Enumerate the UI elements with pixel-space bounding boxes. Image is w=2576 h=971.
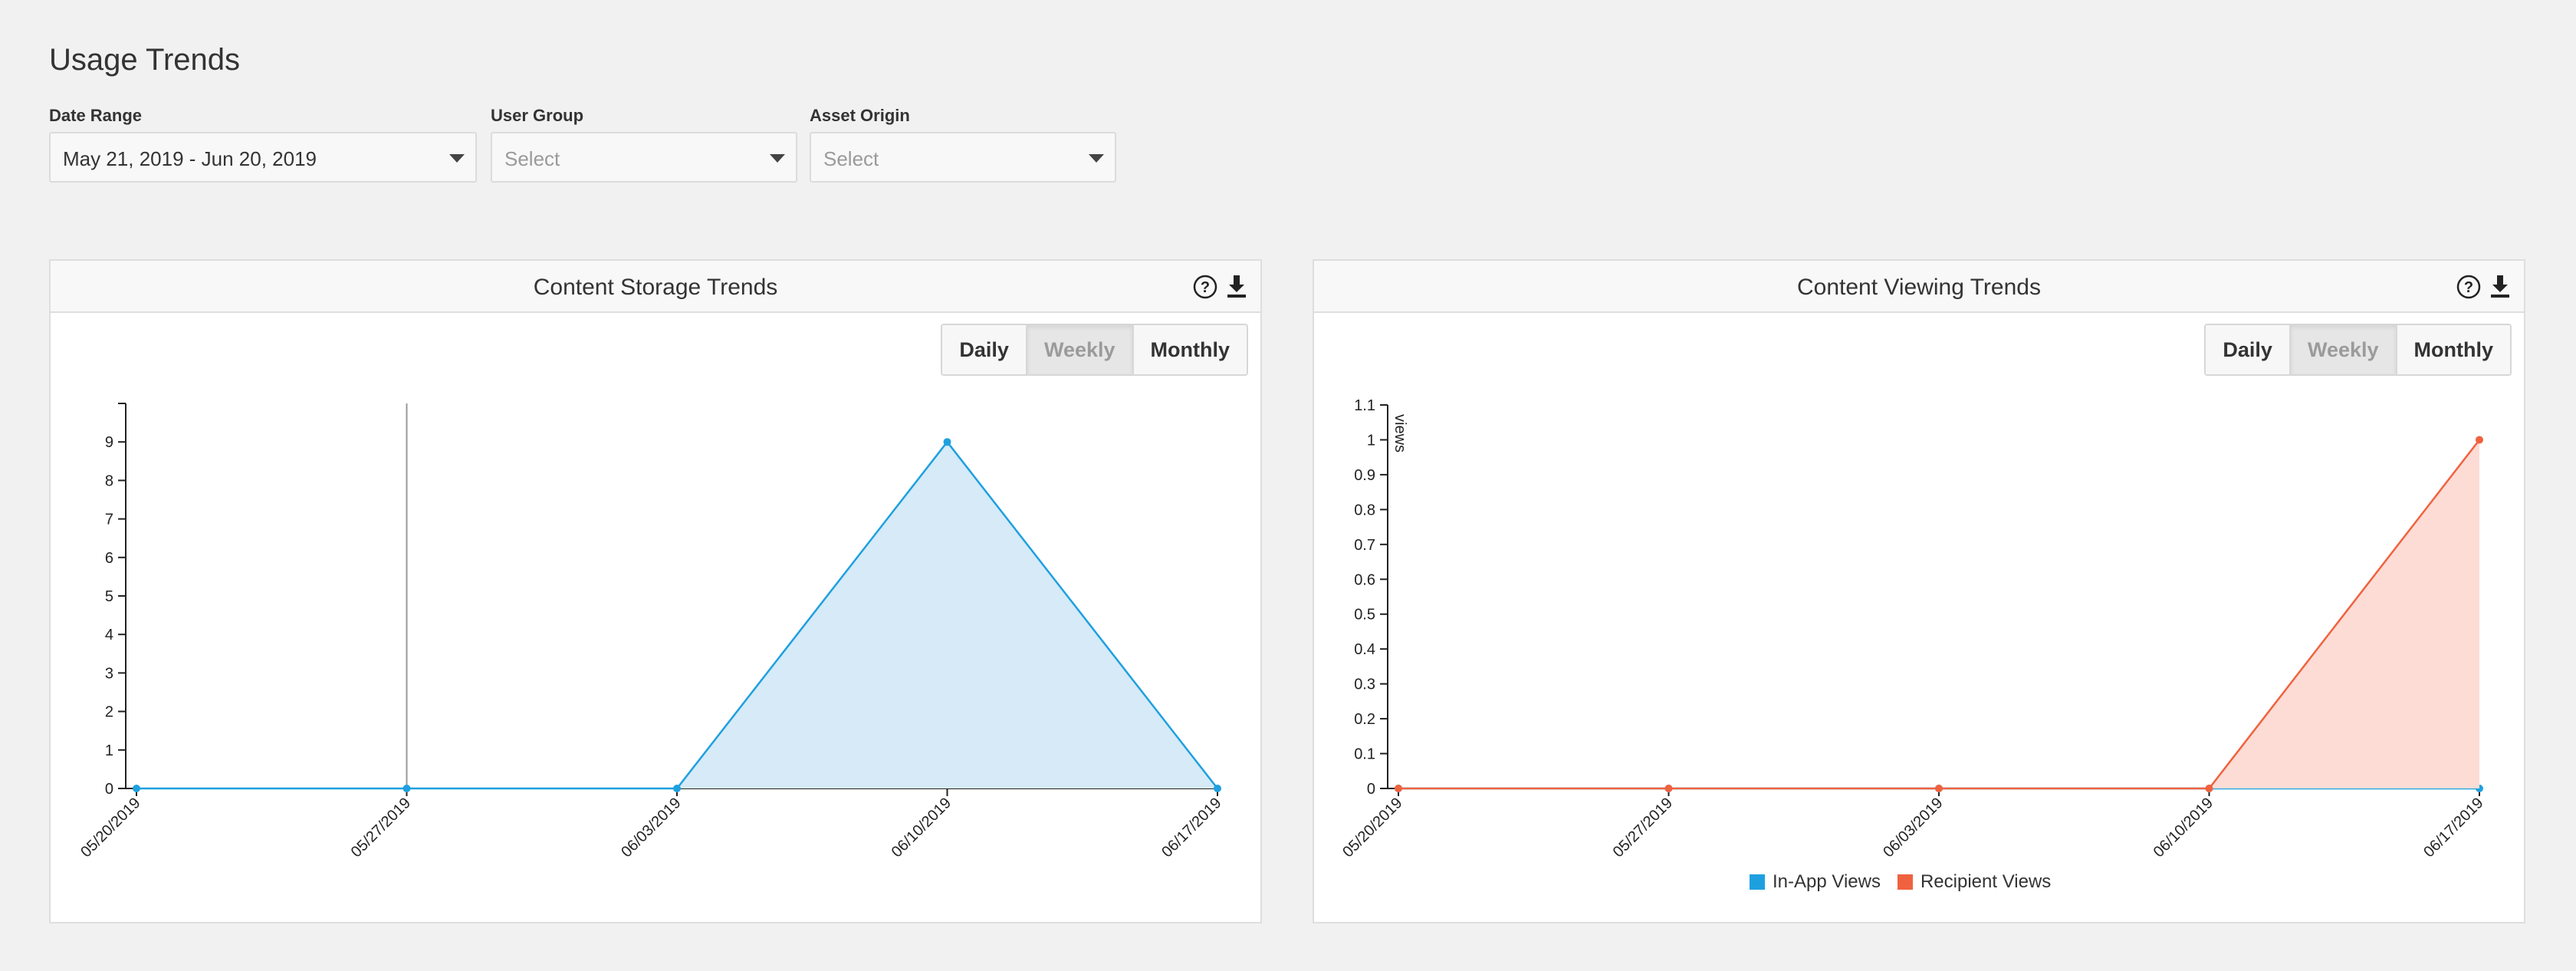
date-range-select[interactable]: May 21, 2019 - Jun 20, 2019 xyxy=(49,132,477,183)
data-point xyxy=(1935,785,1943,792)
y-tick-label: 0.6 xyxy=(1354,571,1375,588)
y-tick-label: 6 xyxy=(105,550,113,567)
y-tick-label: 7 xyxy=(105,512,113,528)
y-tick-label: 1.1 xyxy=(1354,397,1375,414)
y-tick-label: 5 xyxy=(105,588,113,605)
date-range-value: May 21, 2019 - Jun 20, 2019 xyxy=(63,147,317,170)
y-tick-label: 9 xyxy=(105,434,113,451)
x-tick-label: 06/03/2019 xyxy=(1880,795,1946,861)
y-tick-label: 0.4 xyxy=(1354,641,1375,658)
asset-origin-value: Select xyxy=(823,147,879,170)
y-tick-label: 8 xyxy=(105,472,113,489)
viewing-chart: 0 0.1 0.2 0.3 0.4 0.5 0.6 0.7 0.8 0.9 1 1.1 views 05/… xyxy=(1339,397,2486,861)
x-tick-label: 05/27/2019 xyxy=(1610,795,1676,861)
chevron-down-icon xyxy=(1089,154,1104,163)
user-group-filter: User Group Select xyxy=(491,106,797,183)
content-viewing-card: Content Viewing Trends ? Daily Weekly Mo… xyxy=(1313,259,2525,923)
y-tick-label: 0.5 xyxy=(1354,607,1375,624)
data-point xyxy=(1214,785,1221,792)
storage-chart: 0 1 2 3 4 5 6 7 8 9 05/20/2019 05/27/2019 06/03/2019… xyxy=(77,403,1225,861)
legend-item-in-app[interactable]: In-App Views xyxy=(1750,871,1881,893)
data-point xyxy=(2476,436,2483,444)
x-tick-label: 05/20/2019 xyxy=(77,795,143,861)
x-tick-label: 06/10/2019 xyxy=(889,795,955,861)
x-tick-label: 05/27/2019 xyxy=(348,795,414,861)
content-storage-card: Content Storage Trends ? Daily Weekly Mo… xyxy=(49,259,1262,923)
data-point xyxy=(1664,785,1673,792)
data-point xyxy=(133,785,140,792)
x-tick-label: 06/17/2019 xyxy=(1158,795,1224,861)
y-tick-label: 0.3 xyxy=(1354,676,1375,693)
data-point xyxy=(673,785,681,792)
legend-swatch xyxy=(1897,874,1913,890)
y-tick-label: 0.2 xyxy=(1354,711,1375,728)
y-tick-label: 4 xyxy=(105,627,113,643)
chart-legend: In-App Views Recipient Views xyxy=(1750,871,2051,893)
x-tick-label: 06/03/2019 xyxy=(618,795,684,861)
legend-swatch xyxy=(1750,874,1765,890)
asset-origin-label: Asset Origin xyxy=(810,106,910,125)
asset-origin-filter: Asset Origin Select xyxy=(810,106,1116,183)
y-tick-label: 0.9 xyxy=(1354,467,1375,484)
data-point xyxy=(2205,785,2213,792)
series-area xyxy=(136,442,1217,788)
x-tick-label: 05/20/2019 xyxy=(1339,795,1405,861)
y-tick-label: 0 xyxy=(105,781,113,798)
asset-origin-select[interactable]: Select xyxy=(810,132,1116,183)
legend-label: In-App Views xyxy=(1773,871,1881,892)
legend-item-recipient[interactable]: Recipient Views xyxy=(1897,871,2052,893)
data-point xyxy=(1395,785,1402,792)
data-point xyxy=(402,785,411,792)
x-tick-label: 06/17/2019 xyxy=(2420,795,2486,861)
legend-label: Recipient Views xyxy=(1920,871,2052,892)
data-point xyxy=(943,438,951,446)
x-tick-label: 06/10/2019 xyxy=(2150,795,2216,861)
user-group-label: User Group xyxy=(491,106,584,125)
y-axis-label: views xyxy=(1392,414,1408,453)
y-tick-label: 0.8 xyxy=(1354,502,1375,518)
y-tick-label: 3 xyxy=(105,665,113,682)
user-group-value: Select xyxy=(504,147,560,170)
y-tick-label: 1 xyxy=(1367,432,1375,449)
date-range-filter: Date Range May 21, 2019 - Jun 20, 2019 xyxy=(49,106,477,183)
y-tick-label: 0.7 xyxy=(1354,537,1375,554)
y-tick-label: 0 xyxy=(1367,781,1375,798)
chevron-down-icon xyxy=(449,154,465,163)
user-group-select[interactable]: Select xyxy=(491,132,797,183)
y-tick-label: 0.1 xyxy=(1354,746,1375,763)
series-area xyxy=(1398,439,2479,788)
y-tick-label: 1 xyxy=(105,742,113,759)
page-title: Usage Trends xyxy=(49,43,241,77)
y-tick-label: 2 xyxy=(105,704,113,721)
date-range-label: Date Range xyxy=(49,106,143,125)
chevron-down-icon xyxy=(770,154,785,163)
